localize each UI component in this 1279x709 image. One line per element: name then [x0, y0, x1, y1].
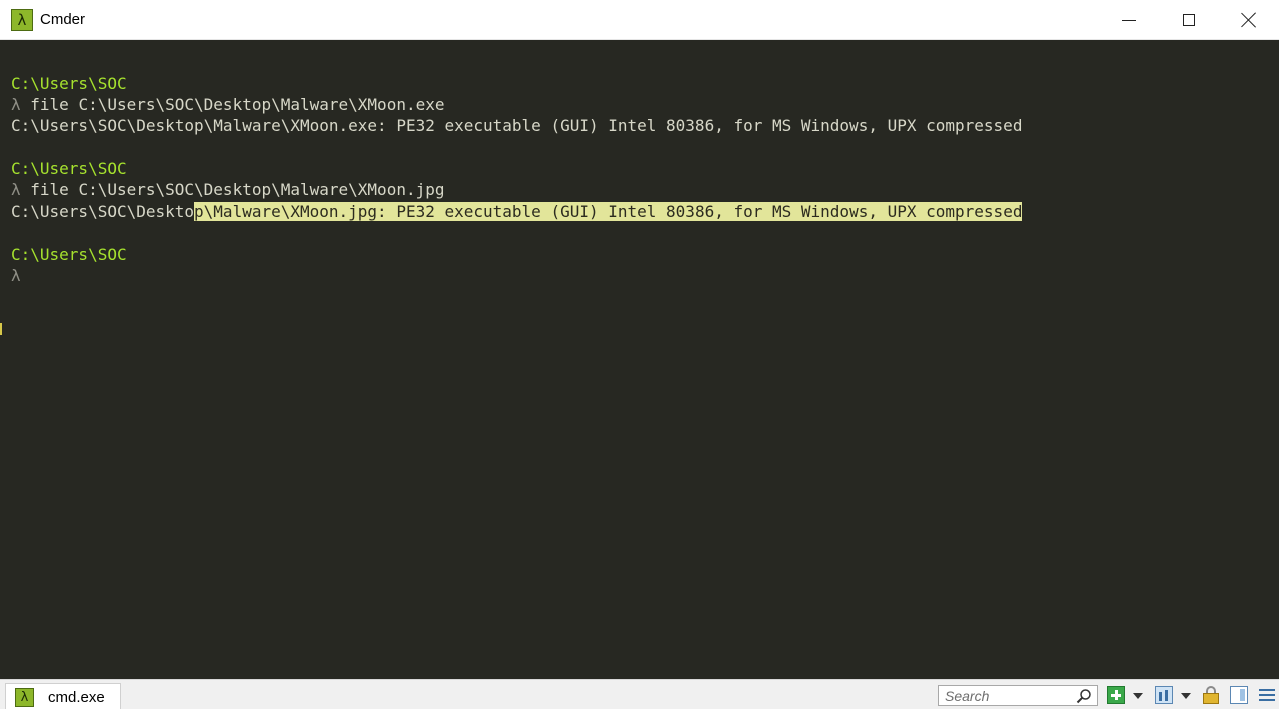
prompt-path-line: C:\Users\SOC	[11, 158, 127, 179]
prompt-path: C:\Users\SOC	[11, 74, 127, 93]
menu-line	[1259, 689, 1275, 691]
close-icon	[1241, 12, 1257, 28]
panel-icon[interactable]	[1230, 686, 1248, 704]
window-title: Cmder	[40, 11, 86, 28]
output-line: C:\Users\SOC\Desktop\Malware\XMoon.exe: …	[11, 115, 1022, 136]
menu-line	[1259, 699, 1275, 701]
lambda-prompt: λ	[11, 266, 21, 285]
prompt-path-line: C:\Users\SOC	[11, 244, 127, 265]
output-line: C:\Users\SOC\Desktop\Malware\XMoon.jpg: …	[11, 201, 1023, 222]
console-tab[interactable]: λ cmd.exe	[5, 683, 121, 709]
title-bar[interactable]: λ Cmder	[0, 0, 1279, 40]
chevron-down-icon[interactable]	[1181, 693, 1191, 699]
split-view-icon[interactable]	[1155, 686, 1173, 704]
selected-text[interactable]: p\Malware\XMoon.jpg: PE32 executable (GU…	[194, 202, 1023, 221]
prompt-path: C:\Users\SOC	[11, 245, 127, 264]
lock-icon[interactable]	[1202, 686, 1220, 704]
lambda-prompt: λ	[11, 180, 21, 199]
output-text: C:\Users\SOC\Deskto	[11, 202, 195, 221]
new-console-plus-icon[interactable]	[1107, 686, 1125, 704]
status-bar: λ cmd.exe	[0, 679, 1279, 709]
output-text: C:\Users\SOC\Desktop\Malware\XMoon.exe: …	[11, 116, 1023, 135]
lock-body	[1203, 693, 1219, 704]
menu-icon[interactable]	[1258, 686, 1276, 704]
command-line: λ file C:\Users\SOC\Desktop\Malware\XMoo…	[11, 94, 444, 115]
command-line: λ file C:\Users\SOC\Desktop\Malware\XMoo…	[11, 179, 444, 200]
minimize-button[interactable]	[1099, 0, 1159, 40]
terminal-console[interactable]: C:\Users\SOC λ file C:\Users\SOC\Desktop…	[0, 41, 1279, 679]
cmder-lambda-icon: λ	[15, 688, 34, 707]
active-prompt-line[interactable]: λ	[11, 265, 21, 286]
prompt-path-line: C:\Users\SOC	[11, 73, 127, 94]
scroll-marker	[0, 323, 2, 335]
maximize-icon	[1183, 14, 1195, 26]
lambda-prompt: λ	[11, 95, 21, 114]
maximize-button[interactable]	[1159, 0, 1219, 40]
chevron-down-icon[interactable]	[1133, 693, 1143, 699]
search-icon[interactable]	[1076, 688, 1092, 704]
tab-label: cmd.exe	[48, 689, 105, 706]
cmder-window: λ Cmder C:\Users\SOC λ file C:\Users\SOC…	[0, 0, 1279, 709]
minimize-icon	[1122, 19, 1136, 21]
prompt-path: C:\Users\SOC	[11, 159, 127, 178]
cmder-lambda-icon[interactable]: λ	[11, 9, 33, 31]
command-text: file C:\Users\SOC\Desktop\Malware\XMoon.…	[20, 180, 445, 199]
command-text: file C:\Users\SOC\Desktop\Malware\XMoon.…	[20, 95, 445, 114]
close-button[interactable]	[1219, 0, 1279, 40]
menu-line	[1259, 694, 1275, 696]
search-input[interactable]	[938, 685, 1098, 706]
